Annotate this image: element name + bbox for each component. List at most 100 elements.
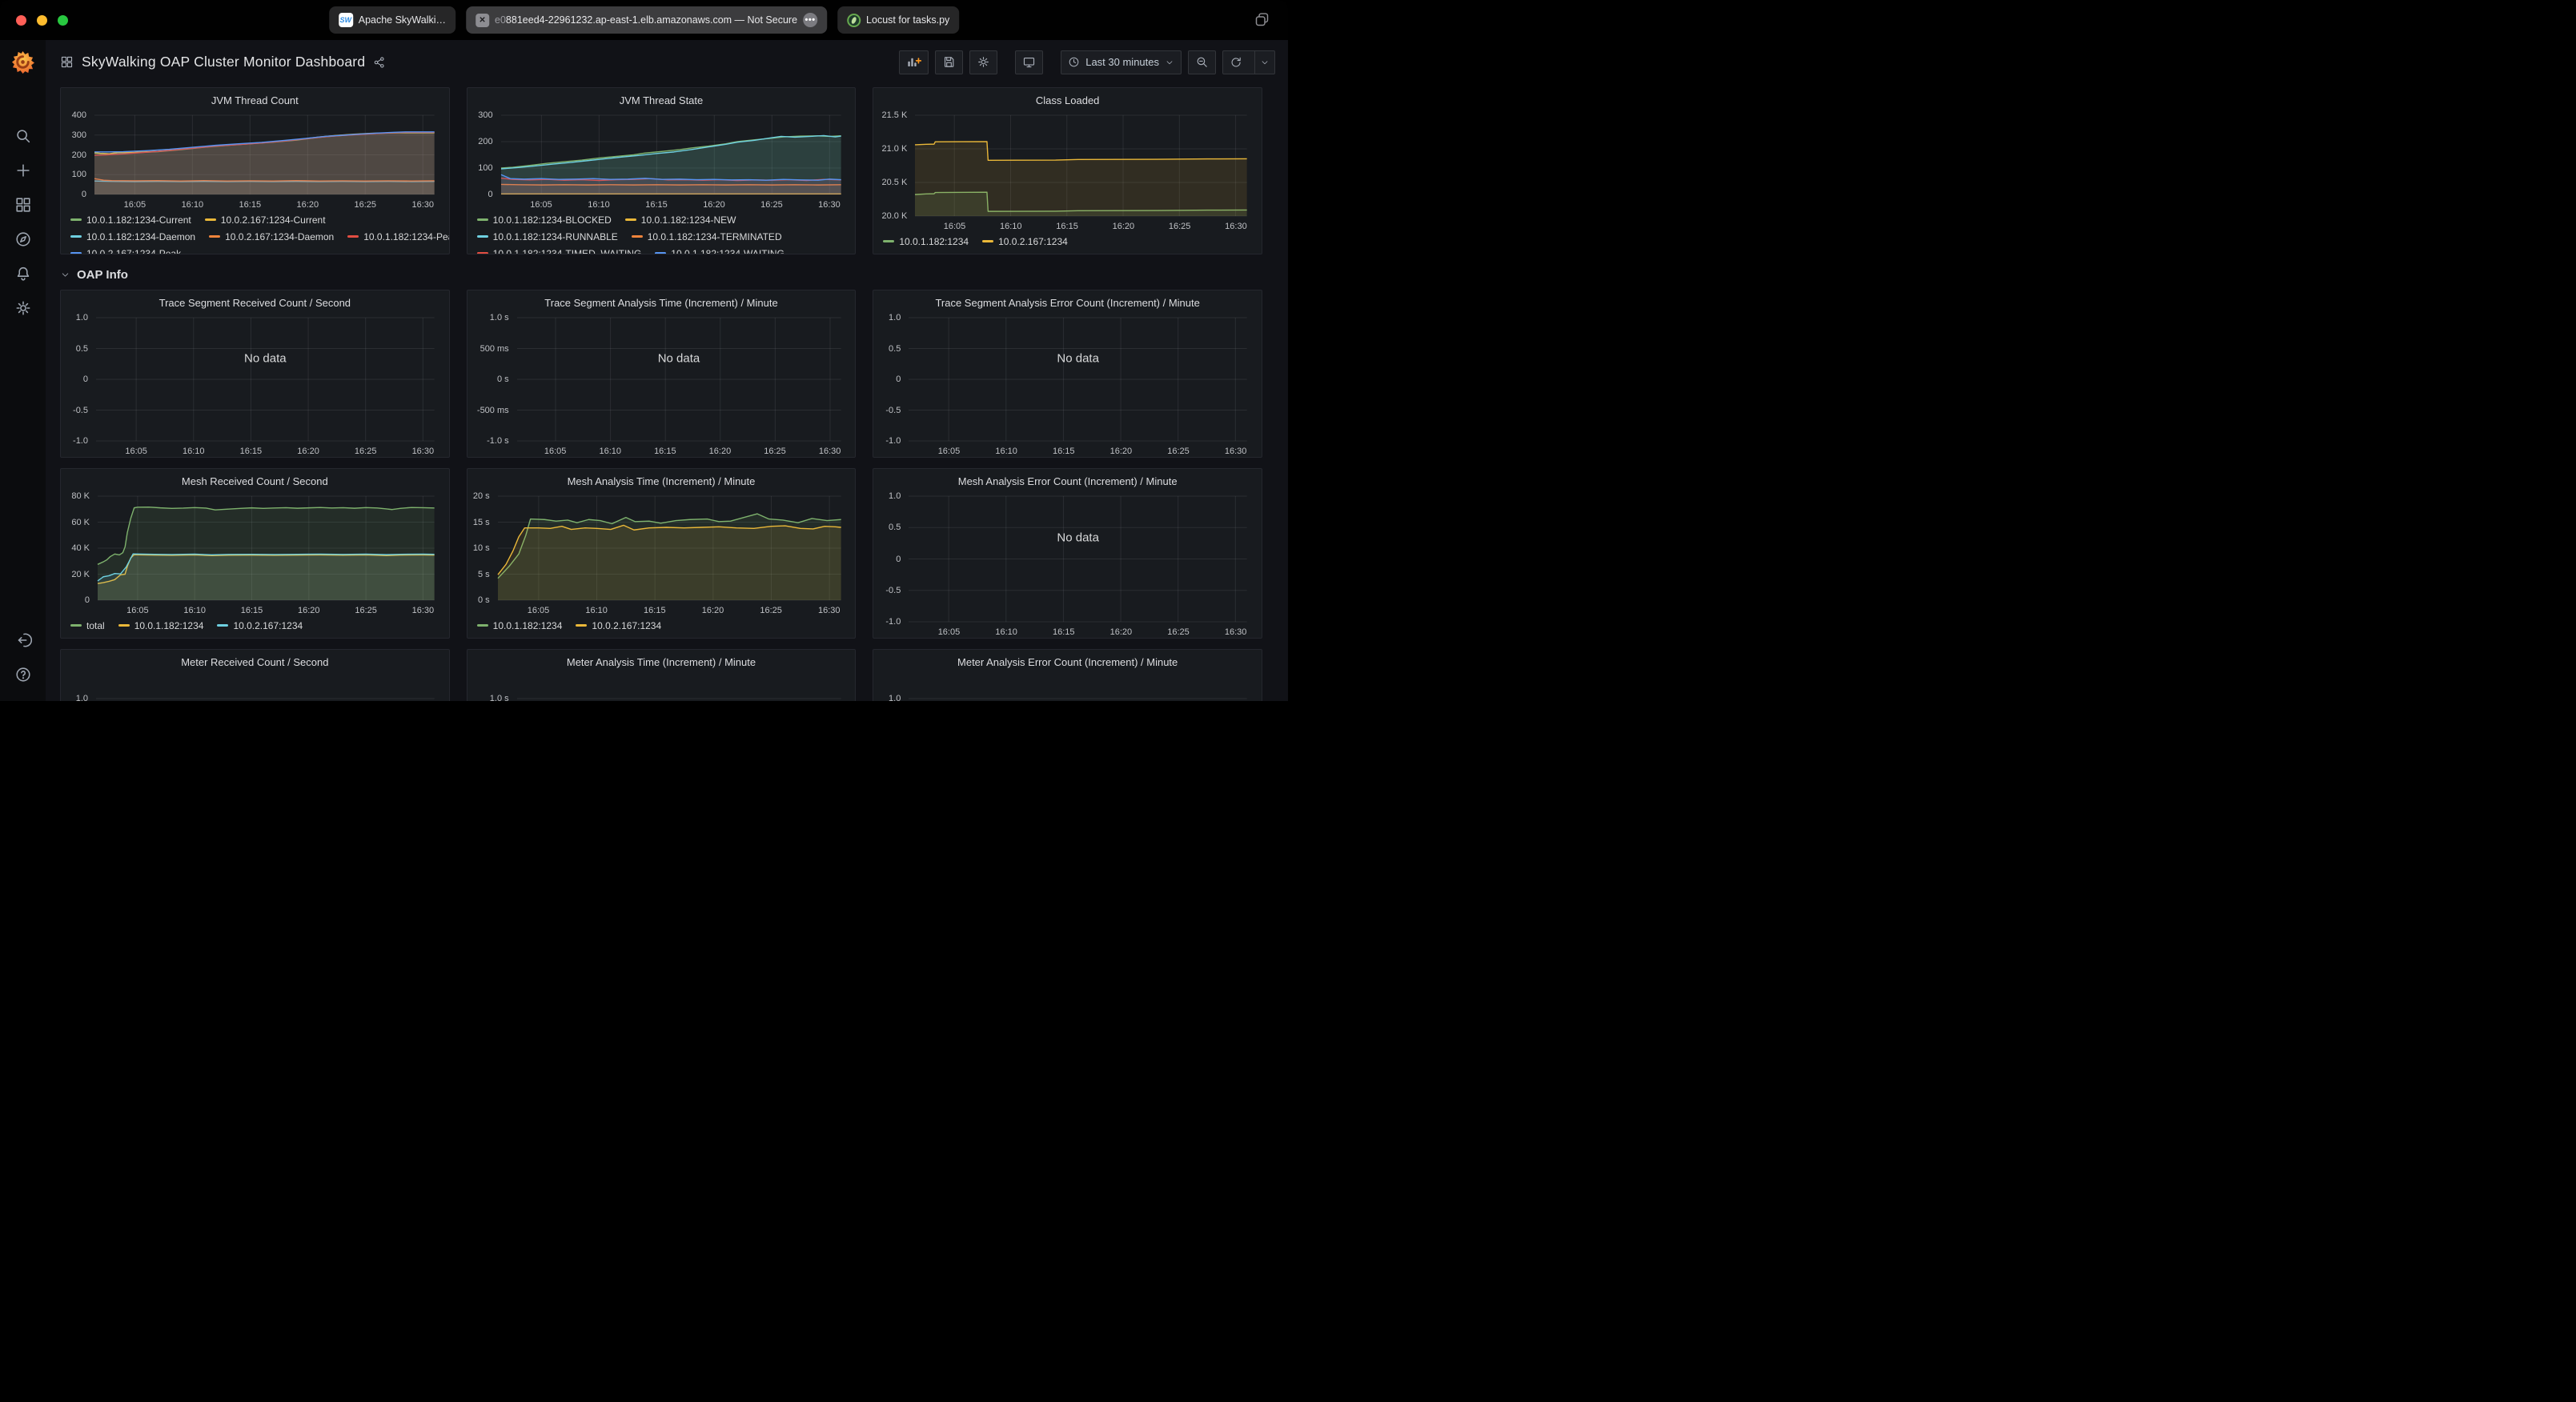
y-axis-label: -500 ms	[472, 406, 509, 415]
zoom-out-time-button[interactable]	[1188, 50, 1216, 74]
time-range-picker[interactable]: Last 30 minutes	[1061, 50, 1182, 74]
panel-title[interactable]: Mesh Analysis Error Count (Increment) / …	[873, 469, 1262, 489]
panel-title[interactable]: Trace Segment Received Count / Second	[61, 290, 449, 310]
y-axis-label: -1.0	[878, 617, 901, 627]
panel-meter-analysis-error: Meter Analysis Error Count (Increment) /…	[873, 649, 1262, 701]
legend-series-label[interactable]: 10.0.1.182:1234	[493, 620, 563, 631]
close-window-button[interactable]	[16, 15, 26, 26]
legend-item: 10.0.1.182:1234-NEW	[625, 214, 736, 226]
tab-locust[interactable]: Locust for tasks.py	[837, 6, 959, 34]
sign-in-icon	[14, 631, 32, 649]
legend-series-label[interactable]: 10.0.2.167:1234	[998, 236, 1068, 247]
x-axis-label: 16:30	[1225, 447, 1247, 457]
y-axis-label: -1.0 s	[472, 436, 509, 446]
panel-title[interactable]: Mesh Received Count / Second	[61, 469, 449, 489]
sidebar-item-help[interactable]	[0, 657, 46, 691]
x-axis-label: 16:15	[1053, 627, 1075, 638]
row-oap-info[interactable]: OAP Info	[60, 264, 1262, 285]
panel-title[interactable]: Class Loaded	[873, 88, 1262, 108]
y-axis-label: 200	[66, 150, 86, 160]
legend-item: 10.0.1.182:1234-Current	[70, 214, 191, 226]
y-axis-label: 0	[878, 375, 901, 384]
share-icon[interactable]	[373, 56, 386, 69]
sidebar-item-dashboards[interactable]	[0, 187, 46, 222]
legend-swatch	[655, 252, 666, 254]
close-icon[interactable]: ✕	[475, 14, 489, 27]
sidebar-item-search[interactable]	[0, 118, 46, 153]
legend-series-label[interactable]: 10.0.2.167:1234-Current	[221, 214, 326, 226]
save-dashboard-button[interactable]	[935, 50, 963, 74]
chart-meter-analysis-time: 1.0 s	[472, 694, 851, 701]
legend-series-label[interactable]: 10.0.1.182:1234	[134, 620, 204, 631]
legend-series-label[interactable]: 10.0.1.182:1234-TERMINATED	[648, 231, 782, 242]
y-axis-label: 500 ms	[472, 344, 509, 354]
legend-series-label[interactable]: 10.0.1.182:1234-Daemon	[86, 231, 195, 242]
chart-mesh-received: 020 K40 K60 K80 K16:0516:1016:1516:2016:…	[66, 491, 444, 616]
ellipsis-icon[interactable]: •••	[803, 13, 817, 27]
y-axis-label: 20.0 K	[878, 211, 907, 221]
legend-series-label[interactable]: 10.0.1.182:1234-RUNNABLE	[493, 231, 618, 242]
y-axis-label: 20 K	[66, 570, 90, 579]
panel-jvm-thread-state: JVM Thread State 010020030016:0516:1016:…	[467, 87, 857, 254]
legend-item: 10.0.2.167:1234	[982, 236, 1068, 247]
no-data-label: No data	[244, 351, 287, 365]
legend-series-label[interactable]: 10.0.1.182:1234-TIMED_WAITING	[493, 248, 642, 254]
legend-series-label[interactable]: total	[86, 620, 105, 631]
grafana-logo[interactable]	[10, 50, 35, 78]
legend-series-label[interactable]: 10.0.1.182:1234	[899, 236, 969, 247]
sidebar-item-sign-in[interactable]	[0, 623, 46, 657]
y-axis-label: 1.0	[878, 313, 901, 322]
legend-series-label[interactable]: 10.0.1.182:1234-Peak	[363, 231, 448, 242]
panel-title[interactable]: JVM Thread Count	[61, 88, 449, 108]
refresh-interval-dropdown[interactable]	[1254, 51, 1274, 74]
legend-series-label[interactable]: 10.0.1.182:1234-NEW	[641, 214, 736, 226]
legend-series-label[interactable]: 10.0.1.182:1234-BLOCKED	[493, 214, 612, 226]
x-axis-label: 16:05	[124, 200, 146, 210]
panel-title[interactable]: Trace Segment Analysis Time (Increment) …	[467, 290, 856, 310]
panel-title[interactable]: Trace Segment Analysis Error Count (Incr…	[873, 290, 1262, 310]
cycle-view-button[interactable]	[1015, 50, 1043, 74]
legend-series-label[interactable]: 10.0.2.167:1234	[592, 620, 661, 631]
panel-title[interactable]: Meter Analysis Time (Increment) / Minute	[467, 650, 856, 670]
legend-series-label[interactable]: 10.0.1.182:1234-Current	[86, 214, 191, 226]
panel-title[interactable]: JVM Thread State	[467, 88, 856, 108]
legend-swatch	[982, 240, 993, 242]
refresh-button[interactable]	[1223, 51, 1249, 74]
legend-series-label[interactable]: 10.0.2.167:1234	[233, 620, 303, 631]
panel-meter-received: Meter Received Count / Second 1.0	[60, 649, 450, 701]
dashboard-toolbar: Last 30 minutes	[899, 50, 1275, 74]
legend-series-label[interactable]: 10.0.2.167:1234-Daemon	[225, 231, 334, 242]
panel-title[interactable]: Mesh Analysis Time (Increment) / Minute	[467, 469, 856, 489]
no-data-label: No data	[1057, 351, 1099, 365]
tab-grafana-active[interactable]: ✕ e0881eed4-22961232.ap-east-1.elb.amazo…	[466, 6, 827, 34]
sidebar-item-explore[interactable]	[0, 222, 46, 256]
x-axis-label: 16:20	[1110, 447, 1133, 457]
sidebar-item-create[interactable]	[0, 153, 46, 187]
add-panel-button[interactable]	[899, 50, 929, 74]
y-axis-label: 300	[472, 110, 493, 120]
tab-apache-skywalking[interactable]: SW Apache SkyWalki…	[329, 6, 455, 34]
tab-title: e0881eed4-22961232.ap-east-1.elb.amazona…	[495, 14, 797, 26]
sidebar-item-alerting[interactable]	[0, 256, 46, 290]
x-axis-label: 16:10	[1000, 222, 1022, 232]
legend-series-label[interactable]: 10.0.1.182:1234-WAITING	[671, 248, 784, 254]
panel-title[interactable]: Meter Analysis Error Count (Increment) /…	[873, 650, 1262, 670]
panel-title[interactable]: Meter Received Count / Second	[61, 650, 449, 670]
dashboard-settings-button[interactable]	[969, 50, 997, 74]
minimize-window-button[interactable]	[37, 15, 47, 26]
sidebar-item-configuration[interactable]	[0, 290, 46, 325]
tab-overview-icon[interactable]	[1254, 11, 1270, 32]
y-axis-label: 1.0 s	[472, 694, 509, 701]
x-axis-label: 16:10	[995, 447, 1017, 457]
legend-item: 10.0.1.182:1234	[883, 236, 969, 247]
chevron-down-icon	[1260, 58, 1270, 67]
x-axis-label: 16:05	[528, 606, 550, 616]
legend-swatch	[625, 218, 636, 221]
chart-mesh-analysis-time: 0 s5 s10 s15 s20 s16:0516:1016:1516:2016…	[472, 491, 851, 616]
legend-swatch	[477, 624, 488, 627]
y-axis-label: 0.5	[878, 523, 901, 532]
zoom-window-button[interactable]	[58, 15, 68, 26]
legend-swatch	[883, 240, 894, 242]
legend-series-label[interactable]: 10.0.2.167:1234-Peak	[86, 248, 181, 254]
dashboard-title[interactable]: SkyWalking OAP Cluster Monitor Dashboard	[82, 54, 365, 70]
